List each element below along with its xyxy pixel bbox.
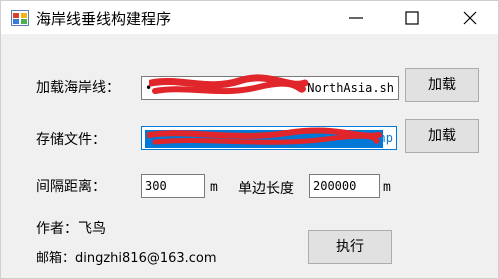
minimize-icon [349,17,363,19]
save-file-path-input[interactable]: hp [141,126,397,150]
interval-unit: m [210,180,218,195]
execute-button[interactable]: 执行 [308,230,392,264]
load-coastline-button[interactable]: 加载 [405,68,479,102]
interval-input[interactable]: 300 [141,174,205,198]
coastline-path-prefix: • [145,81,153,95]
load-coastline-label: 加载海岸线： [36,80,120,96]
close-icon [463,11,477,25]
email-label: 邮箱：dingzhi816@163.com [36,251,217,266]
author-label: 作者：飞鸟 [36,221,106,237]
minimize-button[interactable] [333,1,379,34]
maximize-button[interactable] [389,1,435,34]
side-length-value: 200000 [313,179,357,193]
save-file-path-value: hp [378,131,393,145]
coastline-path-input[interactable]: • NorthAsia.sh [141,76,399,100]
interval-label: 间隔距离： [36,179,106,195]
app-window-icon [11,10,29,26]
side-length-input[interactable]: 200000 [309,174,380,198]
close-button[interactable] [447,1,493,34]
title-bar[interactable]: 海岸线垂线构建程序 [1,1,498,34]
interval-value: 300 [145,179,167,193]
side-length-unit: m [383,180,391,195]
window-title: 海岸线垂线构建程序 [36,10,172,28]
maximize-icon [405,11,419,25]
coastline-path-value: NorthAsia.sh [307,81,394,95]
save-file-label: 存储文件： [36,132,106,148]
side-length-label: 单边长度 [238,181,294,197]
main-window: 海岸线垂线构建程序 加载海岸线： • NorthAsia.sh 加载 存储文件： [0,0,499,279]
load-save-file-button[interactable]: 加载 [405,119,479,153]
save-file-selection [145,129,383,148]
